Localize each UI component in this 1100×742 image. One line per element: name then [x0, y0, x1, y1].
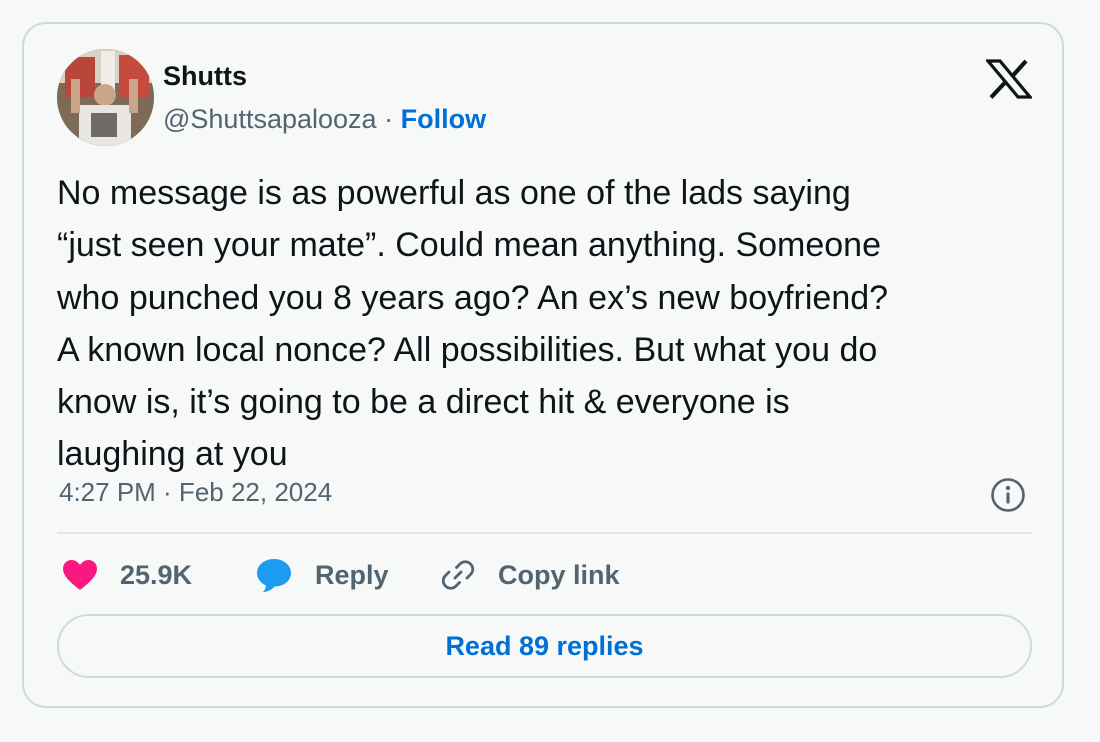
- handle-row: @Shuttsapalooza · Follow: [163, 102, 486, 136]
- tweet-text-line: know is, it’s going to be a direct hit &…: [57, 383, 790, 422]
- copy-link-button[interactable]: Copy link: [440, 552, 620, 598]
- tweet-card: Shutts @Shuttsapalooza · Follow No messa…: [22, 22, 1064, 708]
- avatar[interactable]: [57, 49, 154, 146]
- separator-dot: ·: [384, 104, 394, 134]
- tweet-text-line: “just seen your mate”. Could mean anythi…: [57, 226, 882, 265]
- tweet-text-line: No message is as powerful as one of the …: [57, 174, 851, 212]
- follow-button[interactable]: Follow: [401, 104, 486, 134]
- profile-photo: [57, 49, 154, 146]
- heart-icon: [63, 560, 97, 590]
- like-count: 25.9K: [120, 559, 193, 590]
- link-icon: [441, 560, 475, 590]
- like-button[interactable]: 25.9K: [62, 552, 192, 598]
- timestamp[interactable]: 4:27 PM · Feb 22, 2024: [59, 475, 332, 509]
- tweet-text-line: A known local nonce? All possibilities. …: [57, 330, 878, 369]
- divider: [57, 532, 1032, 534]
- tweet-text-line: laughing at you: [57, 435, 288, 474]
- author-handle[interactable]: @Shuttsapalooza: [163, 104, 377, 134]
- reply-label: Reply: [315, 559, 389, 590]
- x-logo-icon[interactable]: [984, 59, 1034, 99]
- tweet-text-line: who punched you 8 years ago? An ex’s new…: [57, 278, 889, 317]
- reply-button[interactable]: Reply: [255, 552, 389, 598]
- info-icon[interactable]: [990, 477, 1026, 513]
- author-name[interactable]: Shutts: [163, 60, 247, 92]
- reply-bubble-icon: [257, 559, 291, 592]
- copy-link-label: Copy link: [498, 559, 620, 590]
- read-replies-button[interactable]: Read 89 replies: [57, 614, 1032, 678]
- tweet-text: No message is as powerful as one of the …: [57, 167, 1032, 481]
